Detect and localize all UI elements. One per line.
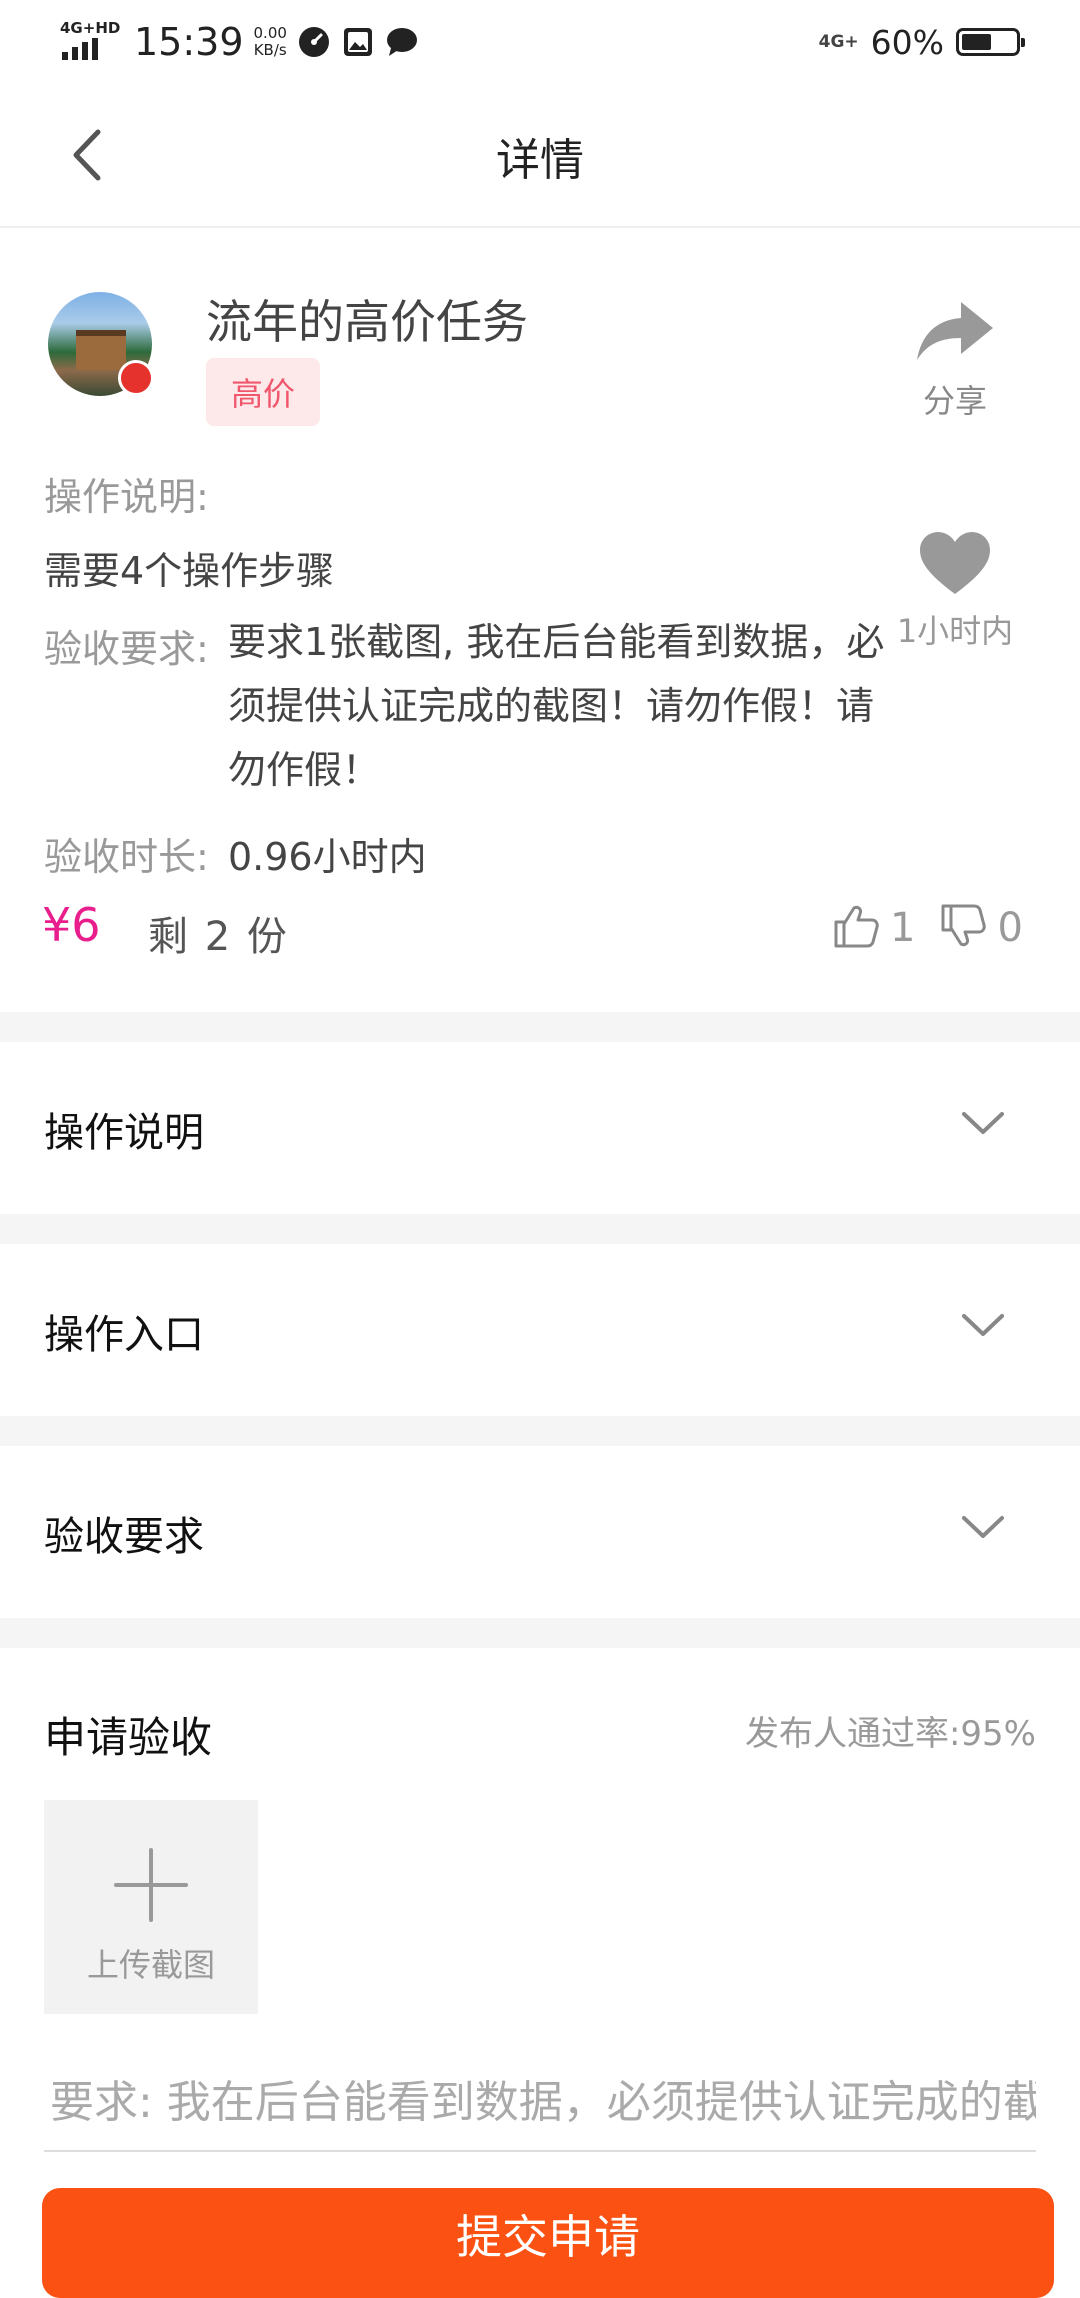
task-title: 流年的高价任务: [206, 295, 528, 349]
requirement-text: 要求1张截图, 我在后台能看到数据，必须提供认证完成的截图！请勿作假！请勿作假！: [228, 620, 885, 792]
section-label: 操作入口: [44, 1312, 204, 1358]
duration-value: 0.96小时内: [228, 835, 427, 879]
publisher-pass-rate: 发布人通过率:95%: [744, 1714, 1036, 1754]
dislikes-count: 0: [997, 905, 1023, 951]
favorite-button[interactable]: 1小时内: [880, 530, 1030, 652]
share-arrow-icon: [917, 302, 993, 360]
chevron-down-icon: [962, 1112, 1004, 1134]
share-label: 分享: [922, 382, 987, 420]
section-operation-instructions[interactable]: 操作说明: [0, 1042, 1080, 1214]
message-icon: [385, 25, 419, 59]
upload-label: 上传截图: [86, 1946, 215, 1984]
thumbs-down-icon: [941, 904, 987, 947]
upload-screenshot-button[interactable]: 上传截图: [44, 1800, 258, 2014]
speed-unit: KB/s: [253, 41, 287, 59]
section-label: 操作说明: [44, 1110, 204, 1156]
gallery-icon: [341, 25, 375, 59]
section-acceptance-requirements[interactable]: 验收要求: [0, 1446, 1080, 1618]
network-speed: 0.00 KB/s: [254, 25, 287, 59]
divider: [0, 1012, 1080, 1042]
section-operation-entry[interactable]: 操作入口: [0, 1244, 1080, 1416]
status-bar: 4G+HD 15:39 0.00 KB/s 4G+ 60%: [0, 0, 1080, 80]
likes-count: 1: [890, 905, 916, 951]
task-tag: 高价: [206, 358, 320, 426]
requirement-label: 验收要求:: [44, 627, 209, 671]
thumbs-up-icon: [834, 905, 879, 948]
rating-bar: 1 0: [832, 900, 1037, 956]
plus-icon: [114, 1848, 188, 1922]
chevron-down-icon: [962, 1314, 1004, 1336]
share-button[interactable]: 分享: [900, 298, 1010, 422]
heart-icon: [920, 532, 990, 594]
divider: [0, 1416, 1080, 1446]
favorite-label: 1小时内: [896, 612, 1014, 650]
thumbs-down-button[interactable]: [939, 902, 987, 954]
task-price: ¥6: [42, 898, 101, 952]
speedometer-icon: [297, 25, 331, 59]
divider: [0, 1214, 1080, 1244]
status-time: 15:39: [134, 20, 244, 64]
duration-label: 验收时长:: [44, 835, 209, 879]
page-title: 详情: [496, 135, 584, 186]
divider: [0, 1618, 1080, 1648]
section-label: 验收要求: [44, 1514, 204, 1560]
signal-4g-icon: 4G+: [818, 32, 859, 52]
requirement-input[interactable]: 要求: 我在后台能看到数据，必须提供认证完成的截图！请勿作假！请勿作假！: [44, 2068, 1036, 2152]
nav-bar: 详情: [0, 80, 1080, 228]
network-label: 4G+HD: [60, 19, 121, 37]
remaining-count: 剩 2 份: [148, 914, 289, 960]
thumbs-up-button[interactable]: [832, 902, 880, 954]
apply-title: 申请验收: [44, 1713, 213, 1762]
speed-value: 0.00: [253, 24, 287, 42]
flag-badge-icon: [118, 360, 154, 396]
operation-steps: 需要4个操作步骤: [44, 549, 335, 593]
task-card: 流年的高价任务 高价 分享 操作说明: 需要4个操作步骤 1小时内 验收要求: …: [0, 228, 1080, 1010]
submit-button[interactable]: 提交申请: [42, 2188, 1054, 2298]
chevron-down-icon: [962, 1516, 1004, 1538]
cellular-signal-icon: 4G+HD: [60, 19, 121, 64]
operation-heading: 操作说明:: [44, 475, 209, 519]
apply-section: 申请验收 发布人通过率:95% 上传截图 要求: 我在后台能看到数据，必须提供认…: [0, 1650, 1080, 2298]
battery-icon: [956, 28, 1025, 56]
battery-percent: 60%: [870, 22, 944, 62]
requirement-input-placeholder: 要求: 我在后台能看到数据，必须提供认证完成的截图！请勿作假！请勿作假！: [50, 2077, 1036, 2128]
